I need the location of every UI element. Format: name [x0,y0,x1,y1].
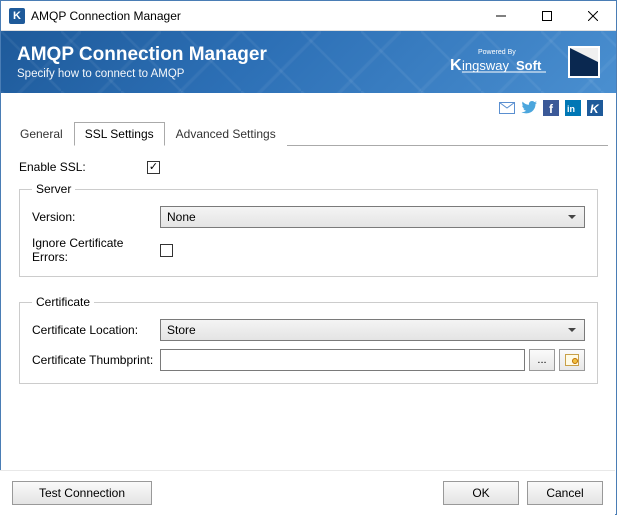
powered-by-text: Powered By [478,49,516,56]
social-row: f in K [1,93,616,121]
tab-content: Enable SSL: Server Version: None Ignore … [1,146,616,414]
cert-location-label: Certificate Location: [32,323,160,337]
version-select[interactable]: None [160,206,585,228]
tab-general[interactable]: General [9,122,74,146]
banner-title: AMQP Connection Manager [17,44,267,66]
enable-ssl-checkbox[interactable] [147,161,160,174]
minimize-button[interactable] [478,1,524,31]
tab-advanced-settings[interactable]: Advanced Settings [165,122,287,146]
facebook-icon[interactable]: f [542,99,560,117]
linkedin-icon[interactable]: in [564,99,582,117]
banner: AMQP Connection Manager Specify how to c… [1,31,616,93]
svg-text:ingsway: ingsway [462,58,509,73]
app-icon: K [9,8,25,24]
titlebar: K AMQP Connection Manager [1,1,616,31]
ignore-cert-label: Ignore Certificate Errors: [32,236,160,264]
tab-ssl-settings[interactable]: SSL Settings [74,122,165,146]
svg-text:Soft: Soft [516,58,542,73]
cert-thumb-input[interactable] [160,349,525,371]
cert-picker-button[interactable] [559,349,585,371]
brand-logo: Powered By K ingsway Soft [450,46,550,78]
certificate-icon [565,354,579,366]
cert-thumb-label: Certificate Thumbprint: [32,353,160,367]
ignore-cert-checkbox[interactable] [160,244,173,257]
close-button[interactable] [570,1,616,31]
cert-browse-button[interactable]: ... [529,349,555,371]
cancel-button[interactable]: Cancel [527,481,603,505]
twitter-icon[interactable] [520,99,538,117]
svg-text:K: K [590,102,600,116]
svg-text:K: K [450,57,462,74]
version-value: None [167,210,196,224]
ok-button[interactable]: OK [443,481,519,505]
svg-text:in: in [567,104,575,114]
server-legend: Server [32,182,75,196]
cert-location-value: Store [167,323,196,337]
certificate-legend: Certificate [32,295,94,309]
brand-square-icon [568,46,600,78]
test-connection-button[interactable]: Test Connection [12,481,152,505]
server-group: Server Version: None Ignore Certificate … [19,182,598,277]
version-label: Version: [32,210,160,224]
brand-k-icon[interactable]: K [586,99,604,117]
maximize-button[interactable] [524,1,570,31]
banner-subtitle: Specify how to connect to AMQP [17,68,267,80]
mail-icon[interactable] [498,99,516,117]
enable-ssl-label: Enable SSL: [19,160,147,174]
footer: Test Connection OK Cancel [0,470,615,515]
cert-location-select[interactable]: Store [160,319,585,341]
certificate-group: Certificate Certificate Location: Store … [19,295,598,384]
tabs: General SSL Settings Advanced Settings [9,121,608,146]
window-title: AMQP Connection Manager [31,9,478,23]
